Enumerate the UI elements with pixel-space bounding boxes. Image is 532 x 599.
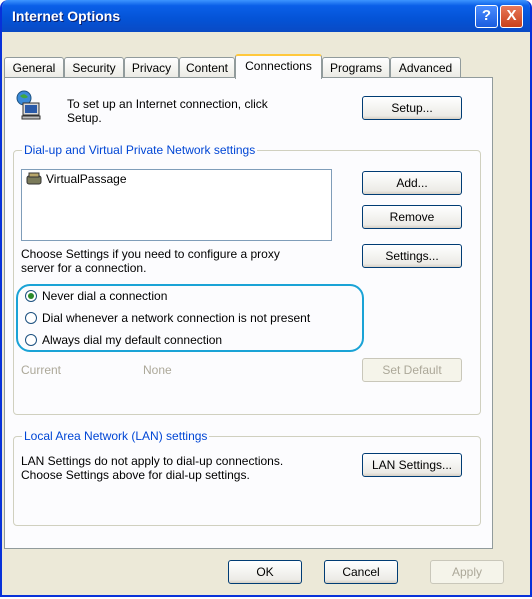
radio-indicator[interactable] [25, 290, 37, 302]
set-default-button[interactable]: Set Default [362, 358, 462, 382]
radio-indicator[interactable] [25, 334, 37, 346]
tab-privacy[interactable]: Privacy [124, 57, 179, 77]
tab-content[interactable]: Content [179, 57, 235, 77]
window-title: Internet Options [12, 8, 121, 24]
remove-button[interactable]: Remove [362, 205, 462, 229]
proxy-text-line1: Choose Settings if you need to configure… [21, 247, 280, 261]
current-value: None [143, 363, 172, 377]
dialup-connection-icon [26, 172, 42, 185]
tab-advanced[interactable]: Advanced [390, 57, 461, 77]
radio-indicator[interactable] [25, 312, 37, 324]
title-bar[interactable]: Internet Options ? X [2, 0, 530, 32]
add-button[interactable]: Add... [362, 171, 462, 195]
internet-options-dialog: Internet Options ? X General Security Pr… [0, 0, 532, 597]
tab-general[interactable]: General [4, 57, 64, 77]
radio-dial-when-no-network[interactable]: Dial whenever a network connection is no… [25, 310, 310, 326]
radio-label: Never dial a connection [42, 289, 168, 303]
current-label: Current [21, 363, 62, 377]
setup-text-line1: To set up an Internet connection, click [67, 97, 268, 111]
radio-always-dial[interactable]: Always dial my default connection [25, 332, 222, 348]
connections-tab-page: To set up an Internet connection, click … [4, 77, 493, 549]
tab-programs[interactable]: Programs [322, 57, 390, 77]
lan-text-line1: LAN Settings do not apply to dial-up con… [21, 454, 284, 468]
lan-settings-button[interactable]: LAN Settings... [362, 453, 462, 477]
radio-label: Dial whenever a network connection is no… [42, 311, 311, 325]
cancel-button[interactable]: Cancel [324, 560, 398, 584]
connections-listbox[interactable]: VirtualPassage [21, 169, 332, 241]
connection-name: VirtualPassage [46, 172, 127, 186]
radio-label: Always dial my default connection [42, 333, 223, 347]
tab-connections[interactable]: Connections [235, 54, 322, 79]
proxy-text-line2: server for a connection. [21, 261, 147, 275]
apply-button[interactable]: Apply [430, 560, 504, 584]
lan-text-line2: Choose Settings above for dial-up settin… [21, 468, 250, 482]
close-button[interactable]: X [500, 5, 523, 28]
tab-security[interactable]: Security [64, 57, 124, 77]
setup-button[interactable]: Setup... [362, 96, 462, 120]
settings-button[interactable]: Settings... [362, 244, 462, 268]
network-computer-icon [16, 90, 41, 120]
lan-group-label: Local Area Network (LAN) settings [22, 429, 210, 443]
dialup-group-label: Dial-up and Virtual Private Network sett… [22, 143, 258, 157]
setup-text-line2: Setup. [67, 111, 102, 125]
ok-button[interactable]: OK [228, 560, 302, 584]
list-item[interactable]: VirtualPassage [26, 172, 127, 186]
radio-never-dial[interactable]: Never dial a connection [25, 288, 167, 304]
help-button[interactable]: ? [475, 5, 498, 28]
